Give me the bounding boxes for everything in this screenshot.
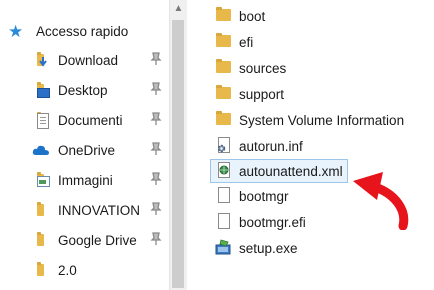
nav-item-label: Download [58, 52, 119, 68]
xml-file-icon [215, 162, 233, 180]
nav-item-label: Desktop [58, 82, 108, 98]
file-name: setup.exe [239, 240, 298, 256]
file-row-bootmgr[interactable]: bootmgr [215, 184, 289, 208]
file-name: boot [239, 8, 266, 24]
navigation-scrollbar[interactable]: ▲ [169, 0, 187, 290]
file-icon [215, 213, 233, 231]
scroll-up-arrow-icon[interactable]: ▲ [170, 0, 187, 17]
file-row-boot[interactable]: boot [215, 4, 265, 28]
folder-icon [215, 111, 233, 129]
nav-item-label: INNOVATION [58, 202, 141, 218]
nav-item-2-0[interactable]: 2.0 [32, 258, 166, 282]
folder-icon [215, 7, 233, 25]
nav-item-label: OneDrive [58, 142, 116, 158]
pin-icon [150, 232, 162, 245]
pin-icon [150, 52, 162, 65]
pin-icon [150, 112, 162, 125]
file-name: bootmgr.efi [239, 214, 306, 230]
nav-item-label: Documenti [58, 112, 123, 128]
pin-icon [150, 142, 162, 155]
settings-file-icon [215, 137, 233, 155]
installer-icon [215, 239, 233, 257]
download-folder-icon [32, 52, 50, 68]
nav-item-onedrive[interactable]: OneDrive [32, 138, 166, 162]
file-row-bootmgr-efi[interactable]: bootmgr.efi [215, 210, 306, 234]
file-row-support[interactable]: support [215, 82, 284, 106]
nav-item-immagini[interactable]: Immagini [32, 168, 166, 192]
onedrive-cloud-icon [32, 142, 50, 158]
nav-item-desktop[interactable]: Desktop [32, 78, 166, 102]
pin-icon [150, 82, 162, 95]
pictures-icon [32, 172, 50, 188]
folder-icon [32, 262, 50, 278]
folder-icon [215, 59, 233, 77]
star-icon: ★ [8, 21, 24, 41]
navigation-pane: ★ Accesso rapido Download Desktop Docume… [0, 0, 168, 290]
folder-icon [32, 232, 50, 248]
file-icon [215, 187, 233, 205]
file-name: efi [239, 34, 254, 50]
nav-item-label: 2.0 [58, 262, 77, 278]
folder-icon [215, 33, 233, 51]
file-row-sources[interactable]: sources [215, 56, 286, 80]
file-row-autounattend[interactable]: autounattend.xml [210, 159, 348, 183]
pin-icon [150, 202, 162, 215]
documents-icon [32, 112, 50, 129]
file-row-autorun[interactable]: autorun.inf [215, 134, 303, 158]
file-name: autorun.inf [239, 138, 303, 154]
nav-item-label: Immagini [58, 172, 113, 188]
file-row-system-volume-information[interactable]: System Volume Information [215, 108, 404, 132]
desktop-icon [32, 82, 50, 98]
file-list-pane: boot efi sources support System Volume I… [187, 0, 434, 290]
file-name: sources [239, 60, 287, 76]
nav-item-download[interactable]: Download [32, 48, 166, 72]
red-curved-arrow-icon [353, 172, 409, 230]
nav-item-documenti[interactable]: Documenti [32, 108, 166, 132]
nav-item-google-drive[interactable]: Google Drive [32, 228, 166, 252]
folder-icon [215, 85, 233, 103]
quick-access-header[interactable]: ★ Accesso rapido [8, 20, 128, 42]
file-name: bootmgr [239, 188, 289, 204]
file-row-efi[interactable]: efi [215, 30, 253, 54]
quick-access-label: Accesso rapido [36, 23, 129, 39]
nav-item-innovation[interactable]: INNOVATION [32, 198, 166, 222]
scroll-thumb[interactable] [172, 20, 184, 288]
file-name: System Volume Information [239, 112, 405, 128]
file-name: autounattend.xml [239, 163, 343, 179]
file-row-setup[interactable]: setup.exe [215, 236, 298, 260]
file-name: support [239, 86, 285, 102]
nav-item-label: Google Drive [58, 232, 137, 248]
folder-icon [32, 202, 50, 218]
pin-icon [150, 172, 162, 185]
